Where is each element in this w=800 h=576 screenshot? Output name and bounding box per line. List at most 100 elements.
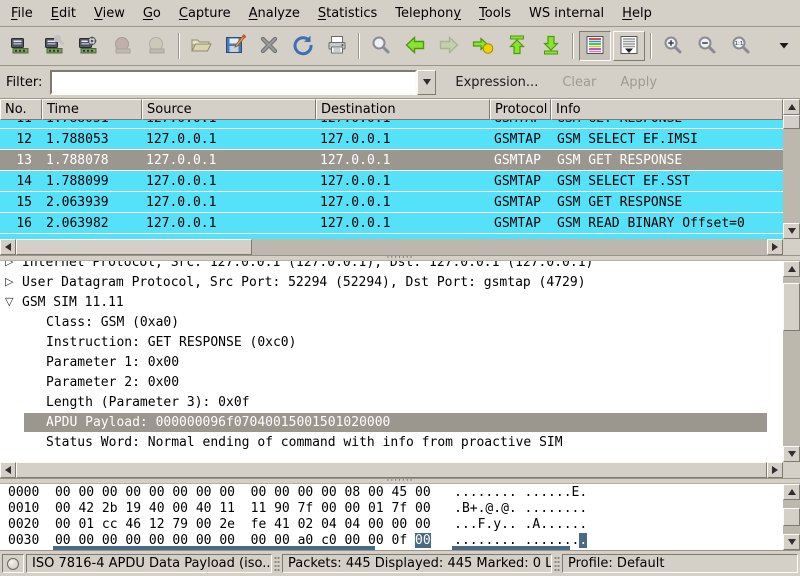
menu-edit[interactable]: Edit bbox=[42, 2, 85, 25]
statusbar-grip[interactable] bbox=[274, 556, 280, 571]
detail-row[interactable]: APDU Payload: 000000096f0704001500150102… bbox=[0, 413, 783, 433]
expression-button[interactable]: Expression... bbox=[446, 70, 547, 95]
column-header-time[interactable]: Time bbox=[42, 99, 142, 120]
details-hscrollbar[interactable] bbox=[0, 462, 783, 478]
expert-info-indicator[interactable] bbox=[2, 554, 24, 573]
menu-help[interactable]: Help bbox=[613, 2, 661, 25]
detail-row[interactable]: Status Word: Normal ending of command wi… bbox=[0, 433, 783, 453]
column-header-info[interactable]: Info bbox=[551, 99, 783, 120]
filter-dropdown-button[interactable] bbox=[417, 70, 436, 95]
vscroll-thumb[interactable] bbox=[783, 508, 800, 526]
scroll-down-button[interactable] bbox=[783, 223, 800, 239]
capture-restart-button[interactable] bbox=[141, 31, 173, 61]
scroll-right-button[interactable] bbox=[767, 462, 783, 478]
menu-analyze[interactable]: Analyze bbox=[240, 2, 309, 25]
scroll-left-button[interactable] bbox=[0, 239, 16, 255]
menu-file[interactable]: File bbox=[2, 2, 42, 25]
scroll-left-button[interactable] bbox=[0, 462, 16, 478]
menu-telephony[interactable]: Telephony bbox=[386, 2, 470, 25]
status-packet-counts: Packets: 445 Displayed: 445 Marked: 0 Lo… bbox=[282, 554, 552, 573]
find-button[interactable] bbox=[365, 31, 397, 61]
cell-info: GSM GET RESPONSE bbox=[551, 195, 783, 210]
auto-scroll-button[interactable] bbox=[613, 31, 645, 61]
column-header-source[interactable]: Source bbox=[142, 99, 316, 120]
details-vscrollbar[interactable] bbox=[783, 261, 800, 478]
packet-row-14[interactable]: 141.788099127.0.0.1127.0.0.1GSMTAPGSM SE… bbox=[0, 171, 783, 192]
detail-row[interactable]: Length (Parameter 3): 0x0f bbox=[0, 393, 783, 413]
hex-dump-rows[interactable]: 0000 00 00 00 00 00 00 00 00 00 00 00 00… bbox=[0, 484, 783, 550]
zoom-in-button[interactable] bbox=[657, 31, 689, 61]
selected-detail-row[interactable]: APDU Payload: 000000096f0704001500150102… bbox=[24, 413, 767, 432]
hscroll-thumb[interactable] bbox=[16, 239, 252, 255]
detail-row[interactable]: Instruction: GET RESPONSE (0xc0) bbox=[0, 333, 783, 353]
selected-hex-byte[interactable]: 00 bbox=[415, 533, 431, 548]
print-button[interactable] bbox=[321, 31, 353, 61]
detail-row[interactable]: ▷User Datagram Protocol, Src Port: 52294… bbox=[0, 273, 783, 293]
detail-row[interactable]: ▷Internet Protocol, Src: 127.0.0.1 (127.… bbox=[0, 261, 783, 273]
reload-button[interactable] bbox=[287, 31, 319, 61]
scroll-up-button[interactable] bbox=[783, 484, 800, 500]
detail-row[interactable]: Parameter 2: 0x00 bbox=[0, 373, 783, 393]
go-bottom-button[interactable] bbox=[535, 31, 567, 61]
scroll-up-button[interactable] bbox=[783, 99, 800, 115]
file-close-button[interactable] bbox=[253, 31, 285, 61]
capture-options-button[interactable] bbox=[39, 31, 71, 61]
apply-button[interactable]: Apply bbox=[611, 70, 666, 95]
go-to-packet-button[interactable] bbox=[467, 31, 499, 61]
clear-button[interactable]: Clear bbox=[553, 70, 605, 95]
packet-row-13[interactable]: 131.788078127.0.0.1127.0.0.1GSMTAPGSM GE… bbox=[0, 150, 783, 171]
scroll-up-button[interactable] bbox=[783, 261, 800, 277]
menu-statistics[interactable]: Statistics bbox=[309, 2, 386, 25]
hex-row-0010[interactable]: 0010 00 42 2b 19 40 00 40 11 11 90 7f 00… bbox=[8, 501, 783, 517]
file-open-button[interactable] bbox=[185, 31, 217, 61]
zoom-100-button[interactable]: 1:1 bbox=[725, 31, 757, 61]
menu-ws-internal[interactable]: WS internal bbox=[520, 2, 613, 25]
zoom-out-button[interactable] bbox=[691, 31, 723, 61]
packet-list-vscrollbar[interactable] bbox=[783, 99, 800, 255]
go-back-button[interactable] bbox=[399, 31, 431, 61]
filter-input[interactable] bbox=[50, 70, 417, 95]
column-header-destination[interactable]: Destination bbox=[316, 99, 490, 120]
packet-row-16[interactable]: 162.063982127.0.0.1127.0.0.1GSMTAPGSM RE… bbox=[0, 213, 783, 234]
capture-stop-button[interactable] bbox=[107, 31, 139, 61]
column-header-no[interactable]: No. bbox=[0, 99, 42, 120]
packet-row-11[interactable]: 111.788051127.0.0.1127.0.0.1GSMTAPGSM GE… bbox=[0, 120, 783, 129]
scroll-down-button[interactable] bbox=[783, 446, 800, 462]
packet-row-12[interactable]: 121.788053127.0.0.1127.0.0.1GSMTAPGSM SE… bbox=[0, 129, 783, 150]
menu-tools[interactable]: Tools bbox=[470, 2, 520, 25]
scroll-down-button[interactable] bbox=[783, 534, 800, 550]
menu-view[interactable]: View bbox=[85, 2, 134, 25]
partially-visible-detail-row[interactable]: ▷Internet Protocol, Src: 127.0.0.1 (127.… bbox=[0, 261, 783, 273]
go-to-packet-icon bbox=[472, 34, 494, 59]
vscroll-thumb[interactable] bbox=[783, 283, 800, 331]
cell-destination: 127.0.0.1 bbox=[316, 195, 490, 210]
expander-closed-icon[interactable]: ▷ bbox=[5, 275, 13, 288]
partially-visible-row[interactable]: 111.788051127.0.0.1127.0.0.1GSMTAPGSM GE… bbox=[0, 120, 783, 129]
vscroll-thumb[interactable] bbox=[783, 115, 800, 129]
detail-row[interactable]: Parameter 1: 0x00 bbox=[0, 353, 783, 373]
expander-closed-icon[interactable]: ▷ bbox=[5, 261, 13, 268]
hex-vscrollbar[interactable] bbox=[783, 484, 800, 550]
menu-capture[interactable]: Capture bbox=[170, 2, 240, 25]
packet-row-15[interactable]: 152.063939127.0.0.1127.0.0.1GSMTAPGSM GE… bbox=[0, 192, 783, 213]
hex-row-0000[interactable]: 0000 00 00 00 00 00 00 00 00 00 00 00 00… bbox=[8, 485, 783, 501]
overflow-button[interactable] bbox=[773, 31, 795, 61]
scroll-right-button[interactable] bbox=[767, 239, 783, 255]
statusbar-grip[interactable] bbox=[554, 556, 560, 571]
colorize-button[interactable] bbox=[579, 31, 611, 61]
detail-row[interactable]: ▽GSM SIM 11.11 bbox=[0, 293, 783, 313]
packet-list-hscrollbar[interactable] bbox=[0, 239, 783, 255]
capture-interfaces-button[interactable] bbox=[5, 31, 37, 61]
detail-row[interactable]: Class: GSM (0xa0) bbox=[0, 313, 783, 333]
menu-go[interactable]: Go bbox=[134, 2, 170, 25]
file-save-button[interactable] bbox=[219, 31, 251, 61]
go-forward-button[interactable] bbox=[433, 31, 465, 61]
capture-start-button[interactable] bbox=[73, 31, 105, 61]
hex-row-0020[interactable]: 0020 00 01 cc 46 12 79 00 2e fe 41 02 04… bbox=[8, 517, 783, 533]
expander-open-icon[interactable]: ▽ bbox=[5, 295, 13, 308]
hscroll-thumb[interactable] bbox=[16, 462, 767, 478]
scrollbar-corner bbox=[783, 239, 800, 255]
column-header-protocol[interactable]: Protocol bbox=[490, 99, 551, 120]
selected-ascii-byte[interactable]: . bbox=[579, 533, 587, 548]
go-top-button[interactable] bbox=[501, 31, 533, 61]
